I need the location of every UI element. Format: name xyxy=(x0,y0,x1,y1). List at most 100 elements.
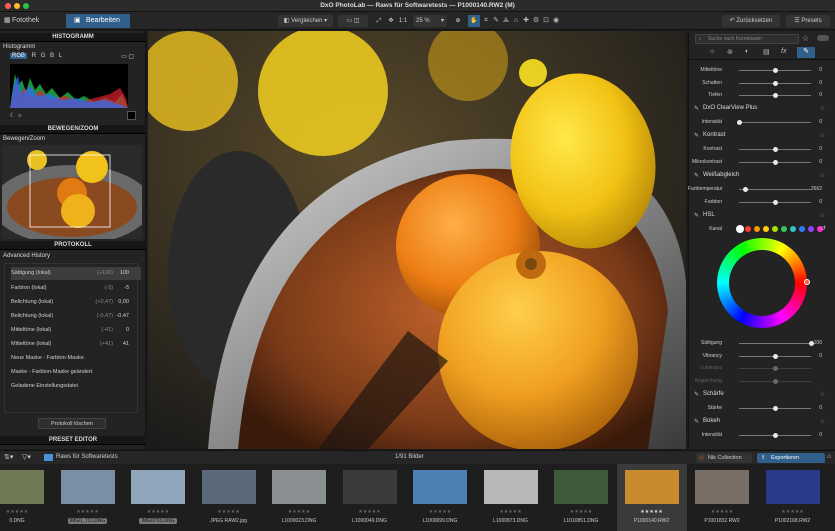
palette-title[interactable]: Bokeh xyxy=(703,418,720,424)
image-viewer[interactable] xyxy=(148,31,686,449)
hsl-swatch[interactable] xyxy=(745,226,751,232)
pencil-icon[interactable]: ✎ xyxy=(694,132,699,139)
color-palette-icon[interactable]: ⊚ xyxy=(727,48,733,56)
zoom-lens-button[interactable]: ⊕ xyxy=(452,15,464,27)
detail-palette-icon[interactable]: ◐ xyxy=(745,48,749,55)
star-icon[interactable]: ☆ xyxy=(820,212,825,219)
rating-stars[interactable]: ★★★★★ xyxy=(546,509,616,515)
history-header[interactable]: PROTOKOLL xyxy=(0,241,146,250)
geometry-palette-icon[interactable]: ▤ xyxy=(763,48,770,56)
slider-knob[interactable] xyxy=(773,199,778,205)
slider-value[interactable]: 0 xyxy=(806,92,822,98)
slider-value[interactable]: 2662 xyxy=(806,186,822,192)
local-palette-icon[interactable]: ✎ xyxy=(797,47,815,58)
history-item[interactable]: Mitteltöne (lokal) (+41) 41 xyxy=(11,338,141,351)
slider-knob[interactable] xyxy=(773,432,778,438)
ratio-1-1-button[interactable]: 1:1 xyxy=(397,15,409,27)
pencil-icon[interactable]: ✎ xyxy=(694,212,699,219)
rating-stars[interactable]: ★★★★★ xyxy=(0,509,52,515)
slider-track[interactable] xyxy=(739,366,811,371)
perspective-icon[interactable]: ⟁ xyxy=(501,15,511,27)
slider-track[interactable] xyxy=(739,199,811,205)
filmstrip-thumbnail[interactable]: ★★★★★ 0.DNG xyxy=(0,464,52,531)
slider-knob[interactable] xyxy=(773,406,778,411)
histogram-header[interactable]: HISTOGRAMM xyxy=(0,33,146,42)
eye-icon[interactable]: ◉ xyxy=(551,15,561,27)
hsl-color-wheel[interactable] xyxy=(717,238,810,328)
moon-icon[interactable]: ☾ xyxy=(10,113,15,119)
slider-knob[interactable] xyxy=(742,187,748,192)
hsl-swatch[interactable] xyxy=(772,226,778,232)
channel-rgb[interactable]: RGB xyxy=(10,53,28,59)
history-item[interactable]: Geladene Einstellungsdatei xyxy=(11,380,141,393)
slider-value[interactable]: 0 xyxy=(806,199,822,205)
presets-button[interactable]: ☰ Presets xyxy=(786,15,830,27)
history-item[interactable]: Sättigung (lokal) (+100) 100 xyxy=(11,267,141,280)
slider-track[interactable] xyxy=(739,378,811,384)
star-filter-icon[interactable]: ☆ xyxy=(802,34,809,43)
slider-knob[interactable] xyxy=(773,378,778,384)
star-icon[interactable]: ☆ xyxy=(820,105,825,112)
clear-history-button[interactable]: Protokoll löschen xyxy=(38,418,106,429)
filmstrip-thumbnail[interactable]: ★★★★★ IMG0_TCI.DNG xyxy=(53,464,123,531)
palette-title[interactable]: Schärfe xyxy=(703,391,724,397)
rating-stars[interactable]: ★★★★★ xyxy=(335,509,405,515)
channel-g[interactable]: G xyxy=(41,53,46,59)
rating-stars[interactable]: ★★★★★ xyxy=(758,509,828,515)
filmstrip-thumbnail[interactable]: ★★★★★ P1002168.RW2 xyxy=(758,464,828,531)
slider-track[interactable] xyxy=(739,80,811,86)
filmstrip-thumbnail[interactable]: ★★★★★ P1000140.RW2 xyxy=(616,464,687,531)
filmstrip-thumbnail[interactable]: ★★★★★ L1000049.DNG xyxy=(335,464,405,531)
filmstrip-thumbnail[interactable]: ★★★★★ L1000873.DNG xyxy=(476,464,546,531)
filmstrip-thumbnail[interactable]: ★★★★★ L1000699.DNG xyxy=(405,464,475,531)
slider-track[interactable] xyxy=(739,432,811,438)
history-item[interactable]: Belichtung (lokal) (-0,47) -0,47 xyxy=(11,310,141,323)
slider-knob[interactable] xyxy=(773,147,778,152)
hand-tool-button[interactable]: ✋ xyxy=(468,15,480,27)
slider-value[interactable]: 0 xyxy=(806,159,822,165)
star-icon[interactable]: ☆ xyxy=(820,418,825,425)
channel-r[interactable]: R xyxy=(32,53,36,59)
repair-icon[interactable]: ✚ xyxy=(521,15,531,27)
slider-knob[interactable] xyxy=(737,119,742,125)
local-adjust-icon[interactable]: ⚙ xyxy=(531,15,541,27)
clipping-swatch[interactable] xyxy=(127,111,136,120)
rating-stars[interactable]: ★★★★★ xyxy=(53,509,123,515)
slider-value[interactable]: 0 xyxy=(806,67,822,73)
hsl-swatch[interactable] xyxy=(799,226,805,232)
rating-stars[interactable]: ★★★★★ xyxy=(687,509,757,515)
slider-knob[interactable] xyxy=(773,93,778,98)
light-palette-icon[interactable]: ☼ xyxy=(709,48,715,55)
nik-collection-button[interactable]: ◎ Nik Collection xyxy=(696,453,752,463)
slider-track[interactable] xyxy=(739,68,811,73)
navigator-thumbnail[interactable] xyxy=(2,145,142,239)
sun-icon[interactable]: ☼ xyxy=(17,113,23,119)
filmstrip-thumbnail[interactable]: ★★★★★ JPEG RAW2.jpg xyxy=(194,464,264,531)
slider-value[interactable]: 100 xyxy=(806,340,822,346)
sort-icon[interactable]: ⇅▾ xyxy=(4,453,13,461)
filmstrip-thumbnail[interactable]: ★★★★★ L1000023.DNG xyxy=(264,464,334,531)
rating-stars[interactable]: ★★★★★ xyxy=(405,509,475,515)
channel-b[interactable]: B xyxy=(50,53,54,59)
toggle-switch[interactable] xyxy=(817,35,829,41)
slider-track[interactable] xyxy=(737,119,811,125)
slider-knob[interactable] xyxy=(773,80,778,86)
slider-value[interactable]: 0 xyxy=(806,119,822,125)
palette-title[interactable]: HSL xyxy=(703,212,715,218)
rating-stars[interactable]: ★★★★★ xyxy=(123,509,193,515)
star-icon[interactable]: ☆ xyxy=(820,172,825,179)
move-zoom-header[interactable]: BEWEGEN/ZOOM xyxy=(0,125,146,134)
history-item[interactable]: Belichtung (lokal) (+0,47) 0,00 xyxy=(11,296,141,309)
slider-track[interactable] xyxy=(739,406,811,411)
filmstrip-thumbnail[interactable]: ★★★★★ L1010851.DNG xyxy=(546,464,616,531)
star-icon[interactable]: ☆ xyxy=(820,132,825,139)
history-item[interactable]: Mitteltöne (lokal) (-41) 0 xyxy=(11,324,141,337)
rating-stars[interactable]: ★★★★★ xyxy=(194,509,264,515)
reset-button[interactable]: ↶ Zurücksetzen xyxy=(722,15,780,27)
preset-editor-header[interactable]: PRESET EDITOR xyxy=(0,436,146,445)
fit-button[interactable]: ⤢ xyxy=(372,15,386,27)
slider-track[interactable] xyxy=(739,159,811,165)
hsl-swatch[interactable] xyxy=(808,226,814,232)
history-item[interactable]: Farbton (lokal) (-5) -5 xyxy=(11,282,141,295)
horizon-icon[interactable]: ⌂ xyxy=(511,15,521,27)
